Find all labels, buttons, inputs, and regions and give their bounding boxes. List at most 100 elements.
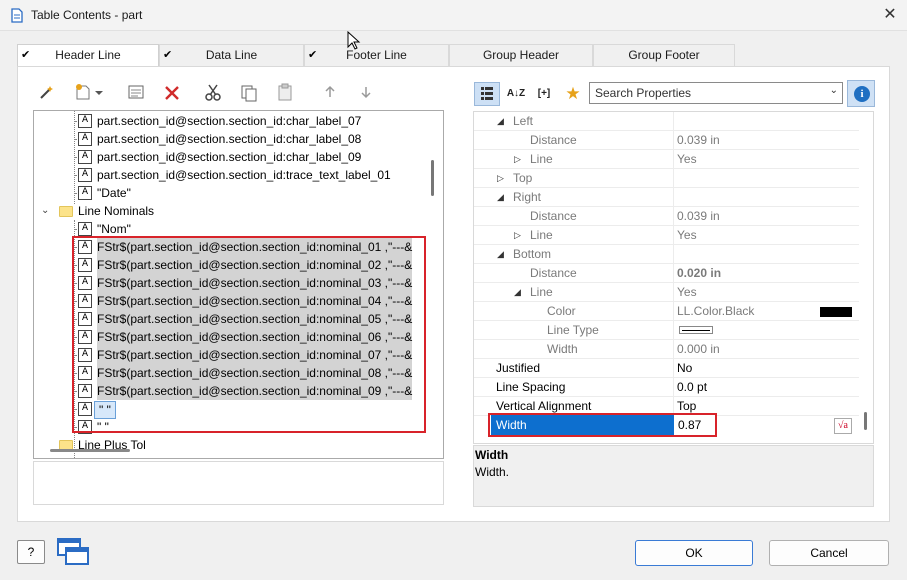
color-swatch[interactable] [820,307,852,317]
prop-name: Line [530,228,553,242]
prop-row[interactable]: Distance 0.039 in [474,131,859,150]
highlight-box [488,413,717,437]
check-icon[interactable]: ✔ [163,45,172,66]
dropdown-arrow-icon[interactable] [92,80,106,104]
line-type-sample[interactable] [679,326,713,334]
expand-icon[interactable]: ▷ [514,150,521,169]
tree-item[interactable]: A part.section_id@section.section_id:cha… [34,112,434,130]
tree-item[interactable]: A part.section_id@section.section_id:tra… [34,166,434,184]
tab-label: Header Line [55,48,121,62]
left-description-box [33,461,444,505]
tab-data-line[interactable]: ✔ Data Line [159,44,304,66]
prop-row[interactable]: ◢ Left [474,112,859,131]
prop-row[interactable]: Color LL.Color.Black [474,302,859,321]
prop-name: Color [547,304,576,318]
tree-group-line-nominals[interactable]: ⌄ Line Nominals [34,202,434,220]
prop-value[interactable]: 0.039 in [677,207,720,226]
prop-name: Justified [496,361,541,375]
text-field-icon: A [78,132,92,146]
star-icon[interactable]: ★ [560,82,586,106]
text-field-icon: A [78,168,92,182]
expand-icon[interactable]: ▷ [514,226,521,245]
tree-item-label: part.section_id@section.section_id:trace… [97,168,391,182]
tree-horizontal-scrollbar[interactable] [50,449,130,452]
prop-row[interactable]: ◢ Bottom [474,245,859,264]
prop-row[interactable]: ◢ Right [474,188,859,207]
prop-row[interactable]: ▷ Top [474,169,859,188]
new-item-icon[interactable] [72,80,94,104]
delete-icon[interactable] [161,80,183,104]
paste-icon[interactable] [274,80,296,104]
tab-group-footer[interactable]: Group Footer [593,44,735,66]
help-button[interactable]: ? [17,540,45,564]
left-toolbar [20,80,420,106]
info-button[interactable]: i [847,80,875,107]
close-icon[interactable]: ✕ [878,4,902,26]
search-value: Search Properties [595,86,692,100]
tab-label: Group Footer [628,48,700,62]
tree-item[interactable]: A part.section_id@section.section_id:cha… [34,130,434,148]
expand-all-icon[interactable]: [+] [531,82,557,106]
prop-row[interactable]: Distance 0.039 in [474,207,859,226]
search-properties-field[interactable]: Search Properties ⌄ [589,82,843,104]
prop-row[interactable]: Line Spacing 0.0 pt [474,378,859,397]
tree-item[interactable]: A "Date" [34,184,434,202]
collapse-icon[interactable]: ◢ [514,283,521,302]
properties-icon[interactable] [125,80,147,104]
move-up-icon[interactable] [319,80,341,104]
windows-icon[interactable] [56,537,90,567]
cut-icon[interactable] [202,80,224,104]
tree-group-label: Line Nominals [78,204,155,218]
prop-value[interactable]: No [677,359,692,378]
tree-vertical-scrollbar[interactable] [431,160,434,196]
magic-wand-icon[interactable] [36,80,58,104]
prop-row[interactable]: Justified No [474,359,859,378]
app-icon [11,8,23,23]
title-bar: Table Contents - part ✕ [0,0,907,31]
prop-value[interactable]: 0.039 in [677,131,720,150]
prop-row[interactable]: ◢ Line Yes [474,283,859,302]
tree-item-label: part.section_id@section.section_id:char_… [97,132,362,146]
chevron-down-icon[interactable]: ⌄ [41,202,51,220]
categorized-view-button[interactable] [474,82,500,106]
move-down-icon[interactable] [355,80,377,104]
tab-header-line[interactable]: ✔ Header Line [17,44,159,67]
tab-footer-line[interactable]: ✔ Footer Line [304,44,449,66]
prop-value[interactable]: 0.0 pt [677,378,707,397]
prop-value[interactable]: LL.Color.Black [677,302,754,321]
prop-name: Line [530,152,553,166]
formula-icon[interactable]: √a [834,418,852,434]
collapse-icon[interactable]: ◢ [497,112,504,131]
prop-value[interactable]: 0.000 in [677,340,720,359]
prop-value[interactable]: Yes [677,226,697,245]
info-icon: i [854,86,870,102]
expand-icon[interactable]: ▷ [497,169,504,188]
prop-row[interactable]: ▷ Line Yes [474,226,859,245]
check-icon[interactable]: ✔ [308,45,317,66]
text-field-icon: A [78,222,92,236]
tree-item-label: part.section_id@section.section_id:char_… [97,114,362,128]
text-field-icon: A [78,150,92,164]
prop-name: Top [513,171,533,185]
sort-az-icon[interactable]: A↓Z [503,82,529,106]
property-grid-scrollbar[interactable] [864,412,867,430]
prop-row[interactable]: Distance 0.020 in [474,264,859,283]
tab-group-header[interactable]: Group Header [449,44,593,66]
prop-value[interactable]: Yes [677,150,697,169]
collapse-icon[interactable]: ◢ [497,245,504,264]
prop-value[interactable]: 0.020 in [677,264,721,283]
prop-row[interactable]: Width 0.000 in [474,340,859,359]
tree-item-label: "Date" [97,186,131,200]
ok-button[interactable]: OK [635,540,753,566]
check-icon[interactable]: ✔ [21,45,30,66]
collapse-icon[interactable]: ◢ [497,188,504,207]
prop-row[interactable]: Line Type [474,321,859,340]
tree-item[interactable]: A part.section_id@section.section_id:cha… [34,148,434,166]
chevron-down-icon[interactable]: ⌄ [830,85,838,96]
prop-value[interactable]: Yes [677,283,697,302]
description-title: Width [475,448,509,462]
copy-icon[interactable] [238,80,260,104]
property-grid[interactable]: ◢ Left Distance 0.039 in ▷ Line Yes ▷ Top ◢ Ri… [473,111,874,444]
cancel-button[interactable]: Cancel [769,540,889,566]
prop-row[interactable]: ▷ Line Yes [474,150,859,169]
